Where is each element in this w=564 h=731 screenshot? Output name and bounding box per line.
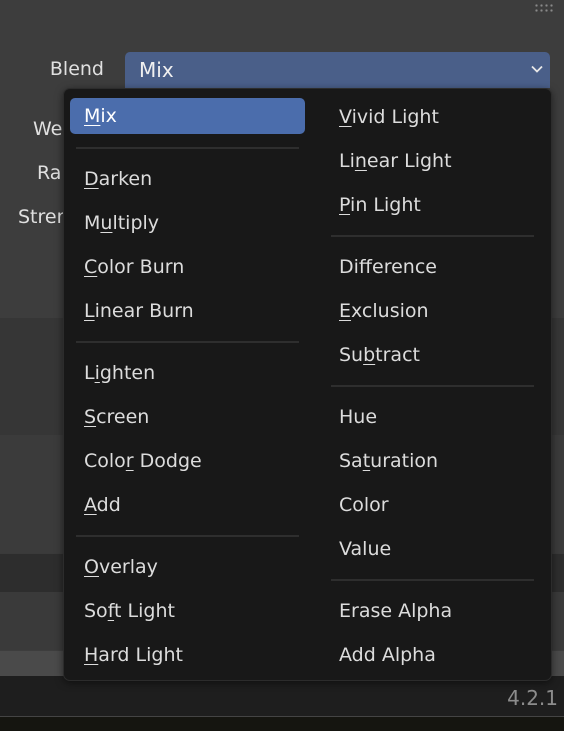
blend-value: Mix xyxy=(139,58,174,82)
menu-item-multiply[interactable]: Multiply xyxy=(70,201,305,245)
strength-label: Stren xyxy=(18,206,69,228)
menu-item-mix[interactable]: Mix xyxy=(70,98,305,134)
menu-separator xyxy=(70,333,305,351)
blend-label: Blend xyxy=(49,58,104,80)
menu-item-label: Lighten xyxy=(84,362,156,384)
menu-item-label: Color xyxy=(339,494,389,516)
menu-item-color[interactable]: Color xyxy=(325,483,540,527)
menu-item-label: Erase Alpha xyxy=(339,600,453,622)
chevron-down-icon xyxy=(531,65,543,73)
menu-item-add-alpha[interactable]: Add Alpha xyxy=(325,633,540,677)
menu-item-color-burn[interactable]: Color Burn xyxy=(70,245,305,289)
menu-column-left: Mix Darken Multiply Color Burn Linear Burn Li… xyxy=(70,95,305,677)
bottom-area xyxy=(0,716,564,731)
menu-item-label: Mix xyxy=(84,105,117,127)
blend-dropdown[interactable]: Mix xyxy=(125,52,550,88)
version-label: 4.2.1 xyxy=(507,686,558,710)
menu-item-label: Subtract xyxy=(339,344,420,366)
menu-item-darken[interactable]: Darken xyxy=(70,157,305,201)
menu-item-label: Color Dodge xyxy=(84,450,202,472)
menu-item-linear-light[interactable]: Linear Light xyxy=(325,139,540,183)
menu-item-label: Linear Burn xyxy=(84,300,194,322)
menu-item-screen[interactable]: Screen xyxy=(70,395,305,439)
menu-item-label: Overlay xyxy=(84,556,158,578)
menu-item-linear-burn[interactable]: Linear Burn xyxy=(70,289,305,333)
menu-item-label: Saturation xyxy=(339,450,439,472)
weight-label: We xyxy=(33,118,63,140)
menu-item-vivid-light[interactable]: Vivid Light xyxy=(325,95,540,139)
menu-item-hue[interactable]: Hue xyxy=(325,395,540,439)
menu-item-label: Multiply xyxy=(84,212,160,234)
menu-item-label: Add Alpha xyxy=(339,644,436,666)
menu-item-add[interactable]: Add xyxy=(70,483,305,527)
menu-separator xyxy=(70,527,305,545)
menu-item-label: Vivid Light xyxy=(339,106,439,128)
menu-item-exclusion[interactable]: Exclusion xyxy=(325,289,540,333)
menu-item-label: Exclusion xyxy=(339,300,429,322)
menu-item-pin-light[interactable]: Pin Light xyxy=(325,183,540,227)
menu-item-hard-light[interactable]: Hard Light xyxy=(70,633,305,677)
menu-column-right: Vivid Light Linear Light Pin Light Differen… xyxy=(325,95,540,677)
menu-item-label: Add xyxy=(84,494,121,516)
menu-item-erase-alpha[interactable]: Erase Alpha xyxy=(325,589,540,633)
menu-item-label: Screen xyxy=(84,406,150,428)
menu-item-color-dodge[interactable]: Color Dodge xyxy=(70,439,305,483)
menu-item-label: Color Burn xyxy=(84,256,185,278)
menu-item-label: Difference xyxy=(339,256,437,278)
menu-item-label: Value xyxy=(339,538,392,560)
menu-item-label: Soft Light xyxy=(84,600,175,622)
menu-item-value[interactable]: Value xyxy=(325,527,540,571)
menu-item-label: Hard Light xyxy=(84,644,183,666)
menu-item-label: Pin Light xyxy=(339,194,421,216)
status-bar xyxy=(0,676,564,716)
drag-handle-icon[interactable] xyxy=(534,3,554,13)
radius-label: Ra xyxy=(37,162,62,184)
menu-item-difference[interactable]: Difference xyxy=(325,245,540,289)
menu-item-overlay[interactable]: Overlay xyxy=(70,545,305,589)
menu-item-saturation[interactable]: Saturation xyxy=(325,439,540,483)
blend-mode-menu: Mix Darken Multiply Color Burn Linear Burn Li… xyxy=(63,88,552,681)
menu-item-label: Darken xyxy=(84,168,153,190)
menu-item-lighten[interactable]: Lighten xyxy=(70,351,305,395)
menu-separator xyxy=(325,571,540,589)
menu-separator xyxy=(325,227,540,245)
menu-separator xyxy=(70,139,305,157)
menu-item-soft-light[interactable]: Soft Light xyxy=(70,589,305,633)
menu-item-label: Hue xyxy=(339,406,378,428)
menu-item-label: Linear Light xyxy=(339,150,452,172)
menu-separator xyxy=(325,377,540,395)
menu-item-subtract[interactable]: Subtract xyxy=(325,333,540,377)
